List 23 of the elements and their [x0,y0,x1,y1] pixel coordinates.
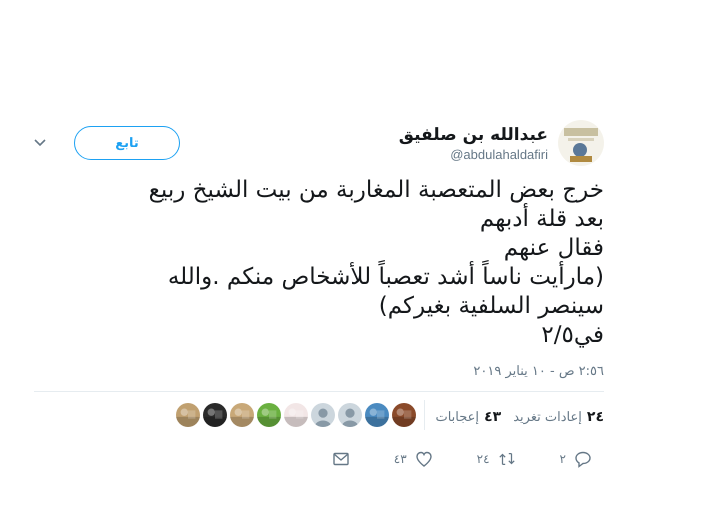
envelope-icon[interactable] [332,450,350,468]
tweet-text-line: فقال عنهم [504,234,604,261]
default-avatar-icon[interactable] [311,403,336,427]
chevron-down-icon[interactable] [34,139,46,147]
author-name[interactable]: عبدالله بن صلفيق [398,124,548,144]
timestamp[interactable]: ٢:٥٦ ص - ١٠ يناير ٢٠١٩ [34,364,604,379]
tweet-text-line: بعد قلة أدبهم [34,205,604,234]
retweet-icon[interactable] [498,450,516,468]
tweet-text-line: في٢/٥ [540,321,604,350]
follow-button[interactable]: تابع [74,126,180,160]
default-avatar-icon[interactable] [338,403,362,427]
stat-count[interactable]: ٢٤ [586,408,604,424]
heart-icon[interactable] [414,450,433,468]
action-count: ٤٣ [394,452,407,466]
action-count: ٢٤ [476,452,490,466]
tweet-text-line: خرج بعض المتعصبة المغاربة من بيت الشيخ ربيع [148,176,604,203]
stat-label[interactable]: إعادات تغريد [513,410,582,424]
user-handle[interactable]: @abdulahaldafiri [398,146,548,162]
tweet-text-line: سينصر السلفية بغيركم) [378,292,604,321]
reply-icon[interactable] [574,450,592,468]
action-count: ٢ [560,452,566,466]
stat-count[interactable]: ٤٣ [484,408,502,424]
stat-label[interactable]: إعجابات [435,410,480,424]
